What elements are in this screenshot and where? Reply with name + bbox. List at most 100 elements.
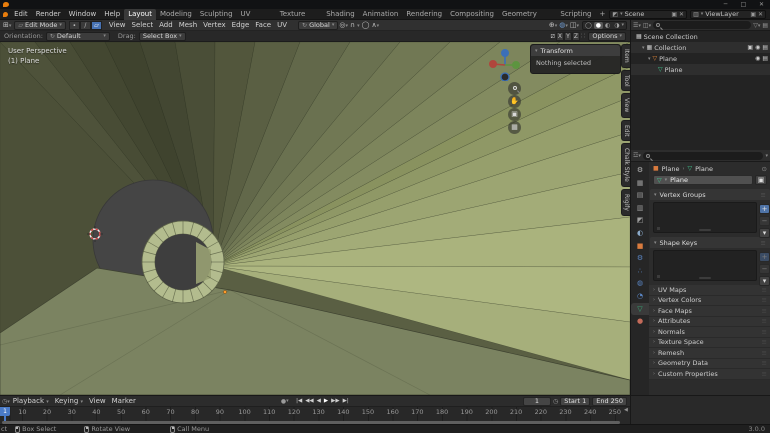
xray-toggle-icon[interactable]: ◫▾ — [569, 21, 580, 29]
minimize-button[interactable]: ─ — [717, 0, 734, 9]
disable-render-icon[interactable]: ▤ — [762, 55, 768, 62]
workspace-tab-layout[interactable]: Layout — [124, 9, 156, 20]
auto-keying-dropdown[interactable]: ▾ — [286, 398, 289, 404]
workspace-tab-animation[interactable]: Animation — [359, 9, 403, 20]
menu-face[interactable]: Face — [252, 21, 274, 29]
panel-vertex-groups[interactable]: ▾ Vertex Groups ≡ — [650, 189, 770, 200]
tab-constraint-properties[interactable]: ◔ — [631, 290, 649, 303]
workspace-tab-texture-paint[interactable]: Texture Paint — [276, 9, 323, 20]
face-select-button[interactable]: ▱ — [91, 21, 102, 30]
transform-orientation-dropdown[interactable]: ↻ Global ▾ — [298, 21, 338, 30]
add-vertex-group-button[interactable]: + — [759, 204, 770, 214]
menu-marker[interactable]: Marker — [109, 397, 139, 405]
properties-search-input[interactable] — [643, 152, 764, 160]
viewlayer-selector[interactable]: ▥▾ ViewLayer ▣ ✕ — [690, 10, 766, 19]
panel-remesh[interactable]: ›Remesh≡ — [649, 348, 770, 359]
panel-face-maps[interactable]: ›Face Maps≡ — [649, 306, 770, 317]
new-scene-icon[interactable]: ▣ — [671, 11, 677, 18]
tab-view[interactable]: View — [621, 93, 630, 117]
region-collapse-icon[interactable]: ◀ — [624, 407, 628, 413]
panel-shape-keys[interactable]: ▾ Shape Keys ≡ — [650, 237, 770, 248]
axis-x-icon[interactable] — [489, 60, 497, 68]
panel-vertex-colors[interactable]: ›Vertex Colors≡ — [649, 296, 770, 307]
tab-physics-properties[interactable]: ◍ — [631, 277, 649, 290]
pin-icon[interactable]: ⊙ — [762, 165, 767, 173]
menu-select[interactable]: Select — [129, 21, 157, 29]
tab-object-properties[interactable]: ■ — [631, 240, 649, 253]
zoom-view-button[interactable] — [508, 82, 521, 95]
breadcrumb-object[interactable]: Plane — [662, 165, 680, 173]
pivot-point-dropdown[interactable]: ◎▾ — [338, 21, 349, 29]
workspace-tab-sculpting[interactable]: Sculpting — [196, 9, 237, 20]
panel-geometry-data[interactable]: ›Geometry Data≡ — [649, 359, 770, 370]
outliner-row-plane-object[interactable]: ▾ ▽ Plane ◉ ▤ — [631, 53, 770, 64]
new-viewlayer-icon[interactable]: ▣ — [750, 11, 756, 18]
shading-wireframe-icon[interactable]: ◯ — [583, 22, 594, 29]
unlink-scene-icon[interactable]: ✕ — [679, 11, 684, 18]
shading-rendered-icon[interactable]: ◑ — [612, 22, 621, 29]
workspace-tab-modeling[interactable]: Modeling — [156, 9, 196, 20]
menu-mesh[interactable]: Mesh — [176, 21, 200, 29]
panel-uv-maps[interactable]: ›UV Maps≡ — [649, 285, 770, 296]
shading-solid-icon[interactable]: ● — [594, 22, 603, 29]
tab-item[interactable]: Item — [621, 44, 630, 68]
shape-key-specials-dropdown[interactable]: ▾ — [759, 276, 770, 286]
snap-base-icon[interactable]: ∷ — [580, 32, 586, 40]
menu-render[interactable]: Render — [32, 10, 65, 18]
tab-render-properties[interactable]: ▦ — [631, 177, 649, 190]
previous-keyframe-button[interactable]: ◀◀ — [304, 397, 315, 406]
editor-type-icon[interactable]: ◷▾ — [2, 398, 10, 405]
show-overlays-dropdown[interactable]: ◍▾ — [558, 21, 569, 29]
scene-selector[interactable]: ◩▾ Scene ▣ ✕ — [609, 10, 687, 19]
outliner-search-input[interactable] — [653, 21, 751, 29]
add-shape-key-button[interactable]: + — [759, 252, 770, 262]
vertex-groups-list[interactable] — [653, 202, 757, 233]
outliner-row-collection[interactable]: ▾ ▦ Collection ▣ ◉ ▤ — [631, 42, 770, 53]
menu-keying[interactable]: Keying ▾ — [52, 397, 86, 405]
shading-material-icon[interactable]: ◐ — [603, 22, 612, 29]
tab-view-layer-properties[interactable]: ▥ — [631, 202, 649, 215]
mode-dropdown[interactable]: ▱ Edit Mode ▾ — [14, 21, 66, 30]
workspace-tab-geometry-nodes[interactable]: Geometry Nodes — [498, 9, 556, 20]
remove-viewlayer-icon[interactable]: ✕ — [758, 11, 763, 18]
tab-output-properties[interactable]: ▤ — [631, 189, 649, 202]
panel-normals[interactable]: ›Normals≡ — [649, 327, 770, 338]
filter-collection-dropdown[interactable]: ◫▾ — [643, 22, 651, 29]
add-workspace-button[interactable]: + — [596, 9, 610, 20]
mirror-y-button[interactable]: Y — [564, 32, 572, 41]
menu-window[interactable]: Window — [65, 10, 101, 18]
tab-rigify[interactable]: Rigify — [621, 189, 630, 216]
editor-type-icon[interactable]: ⊞▾ — [2, 21, 12, 29]
axis-y-icon[interactable] — [512, 61, 520, 69]
menu-add[interactable]: Add — [156, 21, 176, 29]
expand-icon[interactable]: ▾ — [642, 45, 645, 51]
end-frame-field[interactable]: End 250 — [592, 397, 627, 406]
next-keyframe-button[interactable]: ▶▶ — [330, 397, 341, 406]
outliner-row-scene-collection[interactable]: ▦ Scene Collection — [631, 31, 770, 42]
close-button[interactable]: ✕ — [753, 0, 770, 9]
shape-keys-list[interactable] — [653, 250, 757, 281]
tab-scene-properties[interactable]: ◩ — [631, 214, 649, 227]
hide-eye-icon[interactable]: ◉ — [755, 55, 760, 62]
menu-view-timeline[interactable]: View — [86, 397, 109, 405]
timeline-ruler[interactable]: 1020304050607080901001101201301401501601… — [0, 407, 630, 425]
mirror-z-button[interactable]: Z — [572, 32, 580, 41]
disable-render-icon[interactable]: ▤ — [762, 44, 768, 51]
proportional-editing-icon[interactable]: ◯ — [361, 21, 371, 29]
remove-shape-key-button[interactable]: − — [759, 264, 770, 274]
editor-type-icon[interactable]: ☲▾ — [633, 152, 641, 159]
remove-vertex-group-button[interactable]: − — [759, 216, 770, 226]
navigation-gizmo[interactable] — [487, 45, 523, 81]
filter-icon[interactable]: ▽▾ — [753, 22, 760, 29]
menu-uv[interactable]: UV — [274, 21, 290, 29]
menu-vertex[interactable]: Vertex — [200, 21, 229, 29]
mirror-x-button[interactable]: X — [556, 32, 564, 41]
properties-options-dropdown[interactable]: ▾ — [765, 153, 768, 159]
expand-icon[interactable]: ▾ — [648, 56, 651, 62]
panel-custom-properties[interactable]: ›Custom Properties≡ — [649, 369, 770, 380]
menu-help[interactable]: Help — [100, 10, 124, 18]
tab-tool-properties[interactable]: ⚙ — [631, 164, 649, 177]
panel-texture-space[interactable]: ›Texture Space≡ — [649, 338, 770, 349]
workspace-tab-compositing[interactable]: Compositing — [446, 9, 498, 20]
play-reverse-button[interactable]: ◀ — [315, 397, 322, 406]
